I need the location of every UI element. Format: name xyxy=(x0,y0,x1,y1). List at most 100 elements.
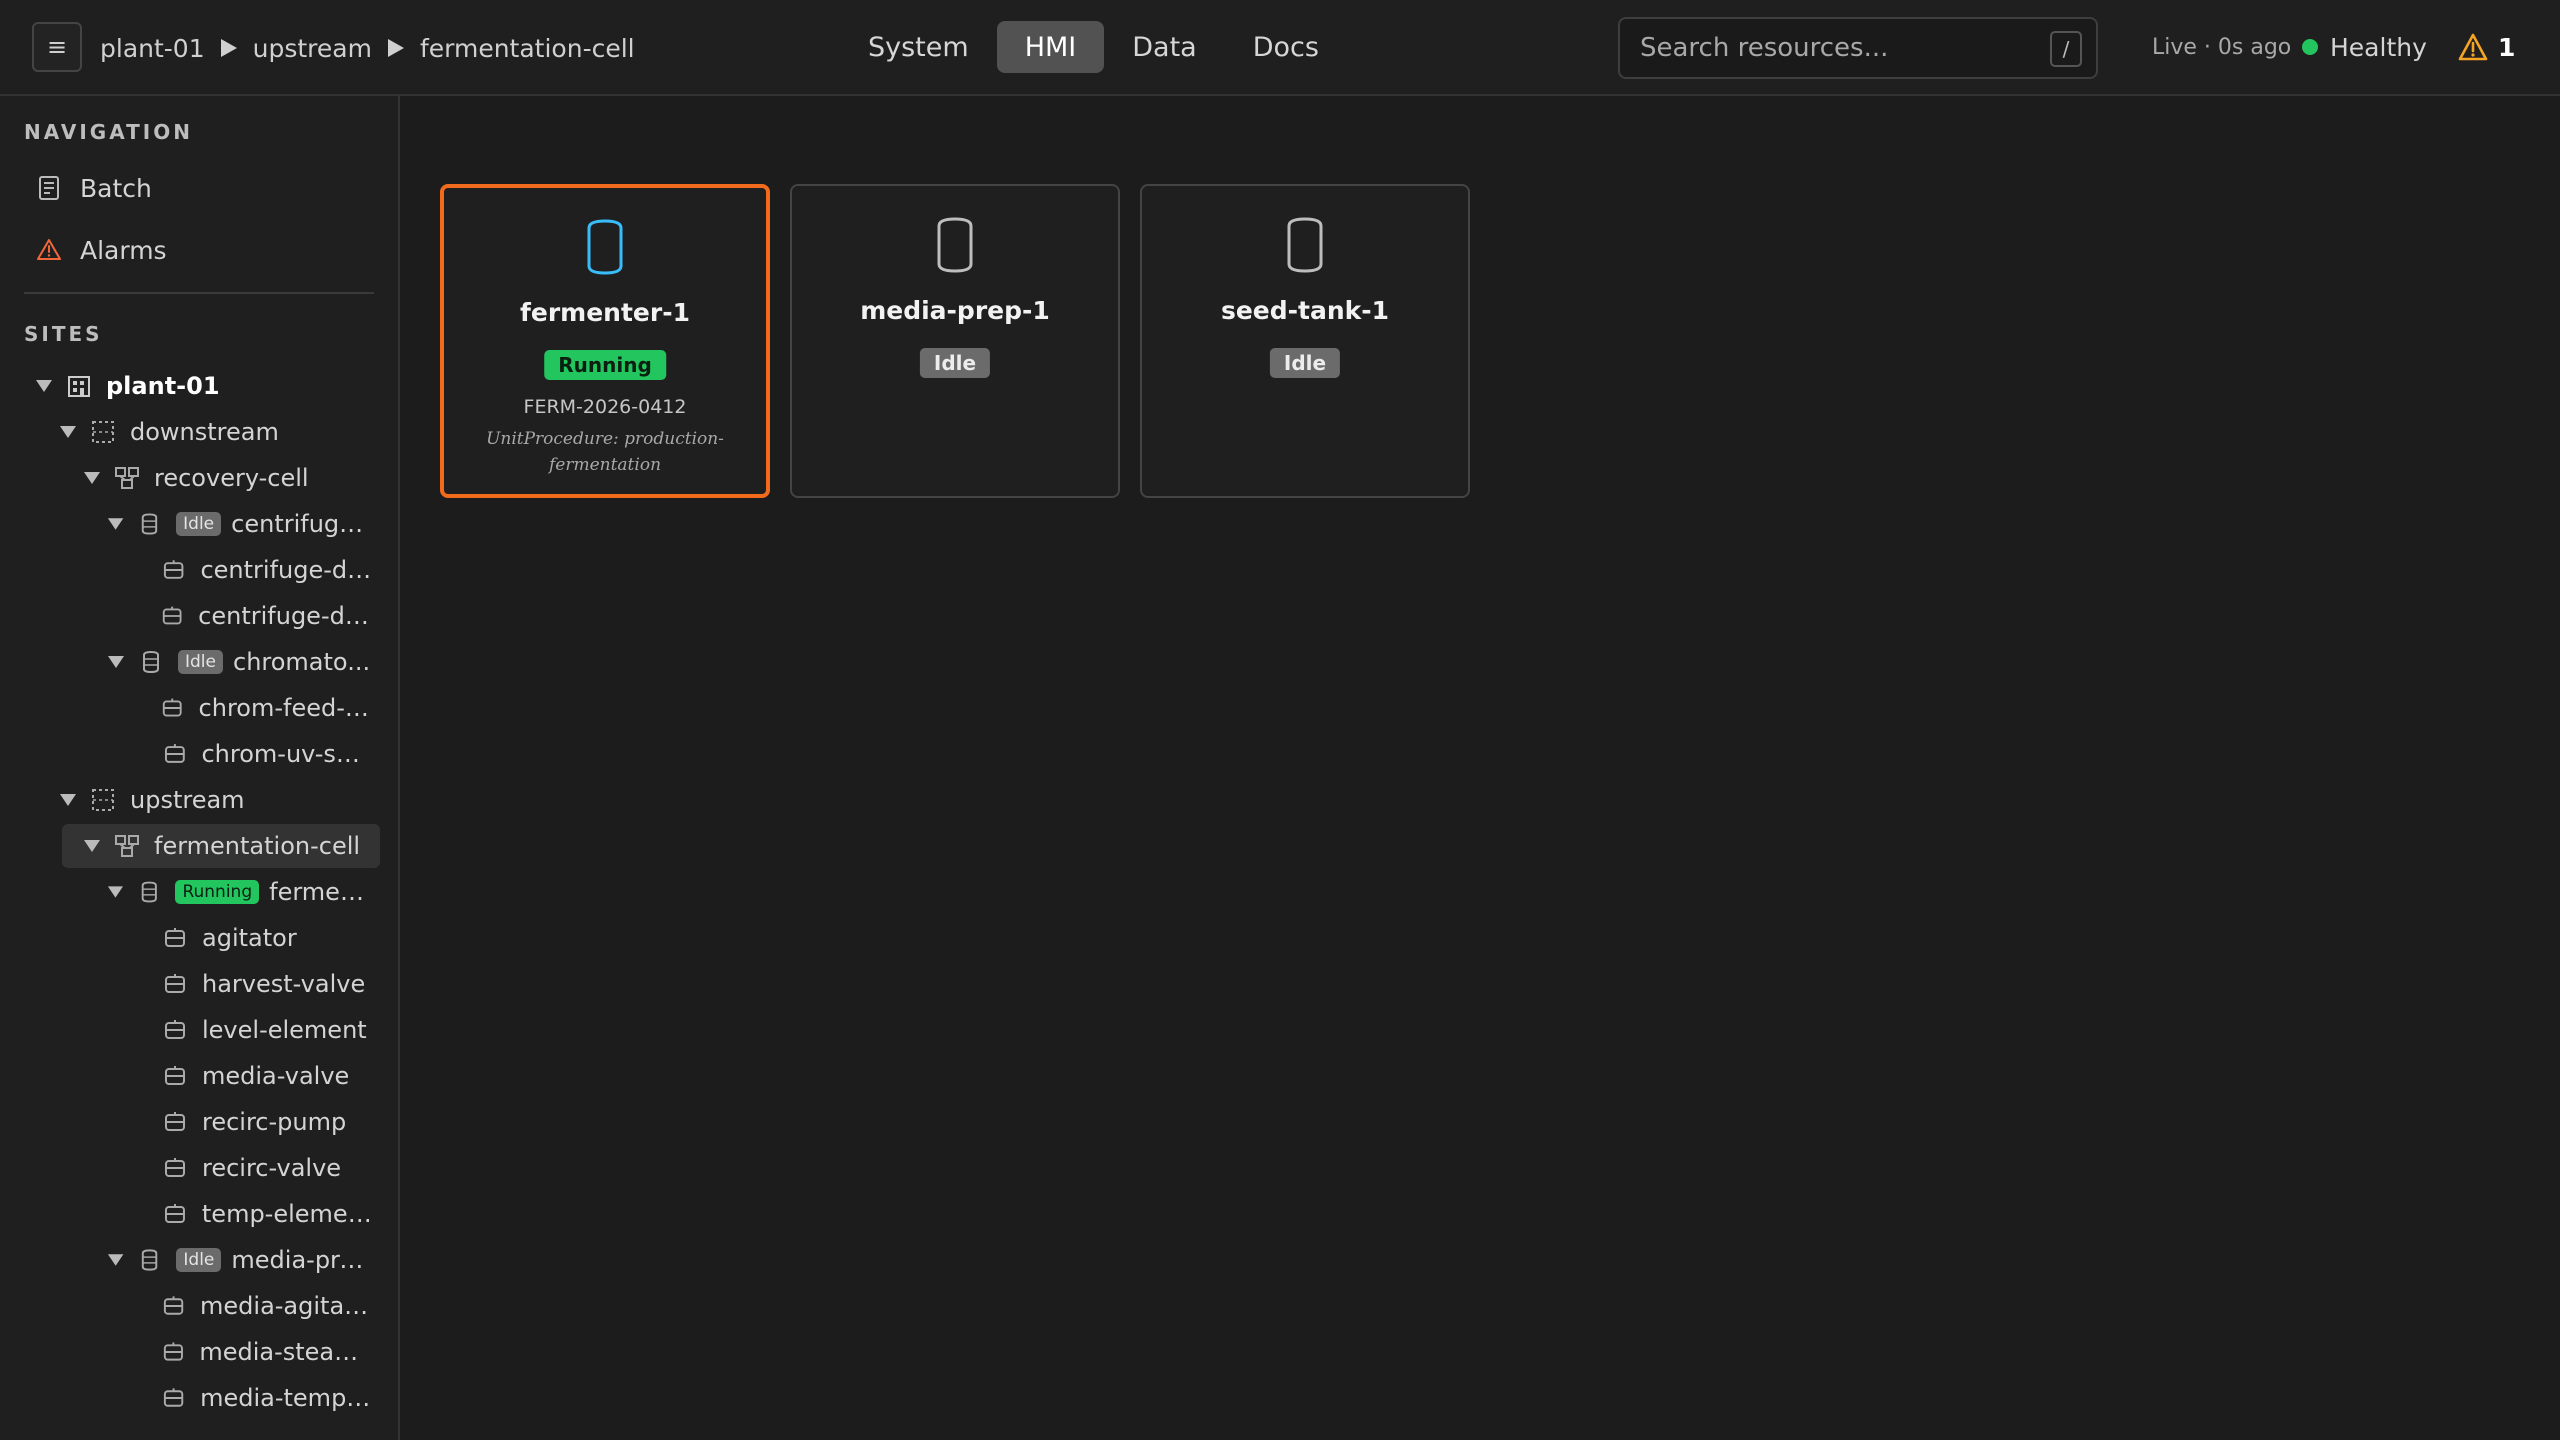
cell-icon xyxy=(115,835,139,857)
status-badge: Idle xyxy=(176,512,222,536)
tree-item-unit[interactable]: Idle chromato... xyxy=(106,640,372,684)
tree-item-area[interactable]: downstream xyxy=(58,410,372,454)
tree-item-label: fermentation-cell xyxy=(154,832,361,860)
tree-item-module[interactable]: agitator xyxy=(130,916,372,960)
module-icon xyxy=(165,1020,185,1039)
tree-item-module[interactable]: media-valve xyxy=(130,1054,372,1098)
tree-item-label: downstream xyxy=(130,418,279,446)
tree-item-label: media-valve xyxy=(202,1062,350,1090)
cell-icon xyxy=(115,467,139,489)
unit-card-media-prep-1[interactable]: media-prep-1 Idle xyxy=(790,184,1120,498)
tree-item-unit[interactable]: Idle media-pre... xyxy=(106,1238,372,1282)
building-icon xyxy=(68,376,90,397)
breadcrumb-area[interactable]: upstream xyxy=(253,34,372,63)
tree-item-area[interactable]: upstream xyxy=(58,778,372,822)
tree-item-unit[interactable]: Running fermen... xyxy=(106,870,372,914)
tree-item-label: centrifuge-di... xyxy=(200,556,372,584)
vessel-icon xyxy=(937,217,973,273)
sites-title: SITES xyxy=(24,322,103,346)
caret-down-icon[interactable] xyxy=(106,1252,125,1268)
hamburger-icon: ≡ xyxy=(46,33,68,61)
unit-card-title: media-prep-1 xyxy=(860,296,1050,325)
module-icon xyxy=(162,698,182,717)
module-icon xyxy=(165,1158,185,1177)
module-icon xyxy=(165,1112,185,1131)
tab-data[interactable]: Data xyxy=(1104,21,1224,73)
sidebar-divider xyxy=(24,292,374,294)
menu-button[interactable]: ≡ xyxy=(32,22,82,72)
tree-item-module[interactable]: temp-element xyxy=(130,1192,372,1236)
tree-item-module[interactable]: recirc-valve xyxy=(130,1146,372,1190)
status-badge: Running xyxy=(544,350,666,380)
module-icon xyxy=(163,1296,184,1315)
chevron-right-icon xyxy=(219,37,239,59)
tree-item-module[interactable]: media-steam... xyxy=(130,1330,372,1374)
breadcrumb: plant-01 upstream fermentation-cell xyxy=(100,0,635,96)
nav-item-label: Alarms xyxy=(80,235,167,265)
main-tabs: System HMI Data Docs xyxy=(840,21,1347,73)
tab-system[interactable]: System xyxy=(840,21,997,73)
tree-item-cell[interactable]: recovery-cell xyxy=(82,456,372,500)
status-badge: Idle xyxy=(176,1248,222,1272)
unit-card-fermenter-1[interactable]: fermenter-1 Running FERM-2026-0412 UnitP… xyxy=(440,184,770,498)
tree-item-label: centrifuge-1 xyxy=(231,510,372,538)
tab-docs[interactable]: Docs xyxy=(1225,21,1347,73)
unit-icon xyxy=(142,513,158,535)
search-input[interactable] xyxy=(1620,19,2040,77)
status-badge: Running xyxy=(175,880,260,904)
caret-down-icon[interactable] xyxy=(106,884,125,900)
caret-down-icon[interactable] xyxy=(58,424,78,440)
unit-card-seed-tank-1[interactable]: seed-tank-1 Idle xyxy=(1140,184,1470,498)
tree-item-module[interactable]: centrifuge-dri... xyxy=(130,594,372,638)
tree-item-label: level-element xyxy=(202,1016,367,1044)
status-badge: Idle xyxy=(178,650,223,674)
tree-item-module[interactable]: centrifuge-di... xyxy=(130,548,372,592)
caret-down-icon[interactable] xyxy=(82,470,102,486)
caret-down-icon[interactable] xyxy=(34,378,54,394)
nav-item-batch[interactable]: Batch xyxy=(24,162,376,214)
unit-card-title: seed-tank-1 xyxy=(1220,296,1390,325)
tree-item-label: upstream xyxy=(130,786,245,814)
breadcrumb-plant[interactable]: plant-01 xyxy=(100,34,205,63)
tree-item-label: centrifuge-dri... xyxy=(198,602,372,630)
tree-item-cell[interactable]: fermentation-cell xyxy=(62,824,380,868)
search-shortcut-key: / xyxy=(2050,31,2082,67)
tree-item-module[interactable]: recirc-pump xyxy=(130,1100,372,1144)
batch-icon xyxy=(39,176,59,200)
tree-item-label: recirc-pump xyxy=(202,1108,347,1136)
tree-item-label: recovery-cell xyxy=(154,464,309,492)
tree-item-unit[interactable]: Idle centrifuge-1 xyxy=(106,502,372,546)
status-dot-icon xyxy=(2302,39,2318,55)
module-icon xyxy=(164,744,185,763)
tree-item-module[interactable]: media-temp-... xyxy=(130,1376,372,1420)
caret-down-icon[interactable] xyxy=(82,838,102,854)
tree-item-module[interactable]: level-element xyxy=(130,1008,372,1052)
tree-item-module[interactable]: chrom-feed-p... xyxy=(130,686,372,730)
caret-down-icon[interactable] xyxy=(58,792,78,808)
module-icon xyxy=(165,928,185,947)
breadcrumb-cell[interactable]: fermentation-cell xyxy=(420,34,635,63)
area-icon xyxy=(92,789,114,811)
tree-item-site[interactable]: plant-01 xyxy=(34,364,372,408)
tree-item-module[interactable]: chrom-uv-se... xyxy=(130,732,372,776)
tree-item-module[interactable]: harvest-valve xyxy=(130,962,372,1006)
unit-card-title: fermenter-1 xyxy=(520,298,690,327)
module-icon xyxy=(164,1204,185,1223)
tree-item-label: recirc-valve xyxy=(202,1154,342,1182)
tree-item-label: chrom-feed-p... xyxy=(198,694,373,722)
unit-icon xyxy=(141,881,157,903)
health-label: Healthy xyxy=(2330,32,2427,62)
caret-down-icon[interactable] xyxy=(106,654,126,670)
tree-item-label: media-agitator xyxy=(200,1292,372,1320)
tree-item-module[interactable]: media-agitator xyxy=(130,1284,372,1328)
nav-item-alarms[interactable]: Alarms xyxy=(24,224,376,276)
module-icon xyxy=(164,560,184,579)
alarm-indicator[interactable]: 1 xyxy=(2458,0,2515,94)
unit-icon xyxy=(143,650,159,674)
tree-item-label: temp-element xyxy=(201,1200,372,1228)
nav-item-label: Batch xyxy=(80,173,152,203)
vessel-icon xyxy=(587,219,623,275)
tab-hmi[interactable]: HMI xyxy=(996,21,1105,73)
caret-down-icon[interactable] xyxy=(106,516,125,532)
status-badge: Idle xyxy=(919,348,991,378)
